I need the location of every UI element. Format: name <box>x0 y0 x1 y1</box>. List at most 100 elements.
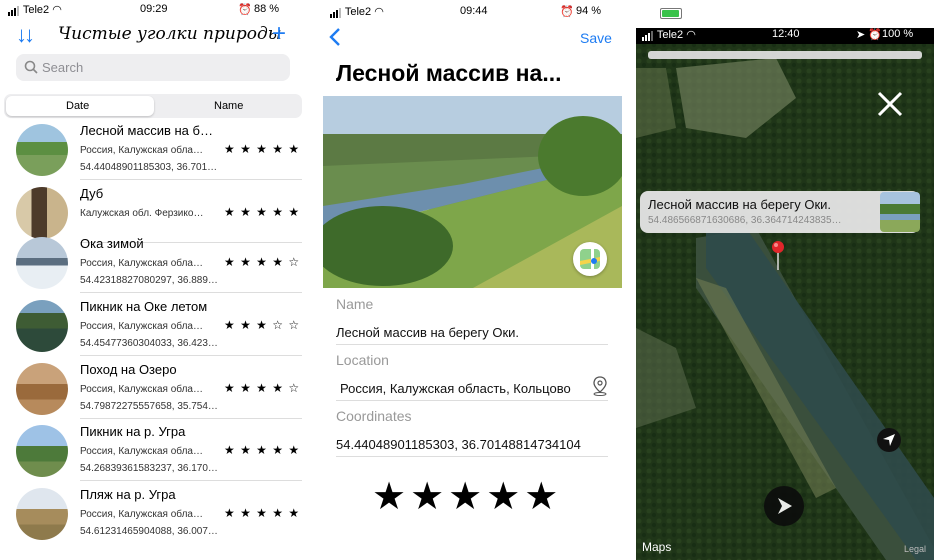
coordinates-label: Coordinates <box>336 408 412 424</box>
sort-segmented-control: Date Name <box>4 94 302 118</box>
status-bar: Tele2 ◠ 09:44 ⏰ 94 % <box>330 5 682 23</box>
save-button[interactable]: Save <box>580 30 612 46</box>
item-name: Ока зимой <box>80 236 144 251</box>
list-screen: Tele2 ◠ 09:29 ⏰ 88 % ↓↓ Чистые уголки пр… <box>0 0 359 560</box>
item-rating: ★ ★ ★ ★ ☆ <box>224 381 301 395</box>
carrier-label: Tele2 <box>656 29 684 41</box>
callout-title: Лесной массив на берегу Оки. <box>648 197 832 212</box>
row-divider <box>80 480 302 481</box>
item-coords: 54.26839361583237, 36.170… <box>80 463 218 474</box>
segment-date[interactable]: Date <box>66 100 89 112</box>
page-title: Лесной массив на... <box>336 60 562 86</box>
plus-icon: + <box>272 20 287 47</box>
place-thumbnail <box>16 363 68 415</box>
rating-stars[interactable]: ★★★★★ <box>372 474 562 519</box>
sort-arrows-icon[interactable]: ↓↓ <box>16 22 35 48</box>
list-item[interactable]: Поход на Озеро Россия, Калужская обла… 5… <box>0 357 302 419</box>
add-button[interactable]: + <box>272 20 286 48</box>
item-coords: 54.42318827080297, 36.889… <box>80 275 218 286</box>
item-name: Пляж на р. Угра <box>80 487 176 502</box>
status-time: 09:29 <box>140 3 168 15</box>
coordinates-field[interactable]: 54.44048901185303, 36.70148814734104 <box>336 437 581 452</box>
search-field[interactable]: Search <box>16 54 290 81</box>
carrier-label: Tele2 <box>22 4 50 16</box>
next-button[interactable] <box>764 486 804 526</box>
signal-icon <box>642 29 654 42</box>
battery-percent: 100 % <box>882 28 914 40</box>
item-location: Калужская обл. Ферзико… <box>80 208 204 219</box>
list-item[interactable]: Пляж на р. Угра Россия, Калужская обла… … <box>0 482 302 544</box>
item-location: Россия, Калужская обла… <box>80 384 203 395</box>
maps-attribution: Maps <box>642 540 671 554</box>
item-rating: ★ ★ ★ ★ ☆ <box>224 255 301 269</box>
signal-icon <box>8 4 20 17</box>
map-pin-icon[interactable] <box>770 240 786 272</box>
alarm-icon: ⏰ <box>868 29 882 41</box>
location-arrow-icon <box>883 434 895 446</box>
battery-icon <box>659 7 682 19</box>
search-icon <box>24 60 38 74</box>
map-screen: Tele2 ◠ 12:40 ➤ ⏰ 100 % Лесной массив на… <box>636 28 934 560</box>
item-name: Пикник на р. Угра <box>80 424 186 439</box>
maps-app-icon <box>580 249 600 269</box>
legal-link[interactable]: Legal <box>904 544 926 554</box>
item-rating: ★ ★ ★ ★ ★ <box>224 205 301 219</box>
battery-percent: 94 % <box>576 5 602 17</box>
page-title: Чистые уголки природы <box>58 24 282 44</box>
item-location: Россия, Калужская обла… <box>80 145 203 156</box>
place-thumbnail <box>16 425 68 477</box>
list-item[interactable]: Лесной массив на б… Россия, Калужская об… <box>0 118 302 180</box>
item-name: Лесной массив на б… <box>80 123 213 138</box>
name-label: Name <box>336 296 374 312</box>
list-item[interactable]: Пикник на р. Угра Россия, Калужская обла… <box>0 419 302 481</box>
alarm-icon: ⏰ <box>560 6 574 18</box>
item-rating: ★ ★ ★ ★ ★ <box>224 142 301 156</box>
item-location: Россия, Калужская обла… <box>80 446 203 457</box>
row-divider <box>80 179 302 180</box>
item-name: Пикник на Оке летом <box>80 299 208 314</box>
place-thumbnail <box>16 300 68 352</box>
status-bar: Tele2 ◠ 12:40 ➤ ⏰ 100 % <box>636 28 934 44</box>
wifi-icon: ◠ <box>374 6 384 18</box>
field-underline <box>336 344 608 345</box>
detail-screen: Tele2 ◠ 09:44 ⏰ 94 % Save Лесной массив … <box>322 0 682 560</box>
callout-coords: 54.486566871630686, 36.364714243835… <box>648 215 842 226</box>
list-item[interactable]: Пикник на Оке летом Россия, Калужская об… <box>0 294 302 356</box>
place-thumbnail <box>16 237 68 289</box>
item-name: Поход на Озеро <box>80 362 177 377</box>
item-coords: 54.44048901185303, 36.701… <box>80 162 218 173</box>
open-in-maps-button[interactable] <box>573 242 607 276</box>
callout-thumbnail <box>880 192 920 232</box>
segment-name[interactable]: Name <box>214 100 243 112</box>
battery-percent: 88 % <box>254 3 280 15</box>
row-divider <box>80 355 302 356</box>
search-placeholder: Search <box>42 60 84 75</box>
location-field[interactable]: Россия, Калужская область, Кольцово <box>340 381 571 396</box>
alarm-icon: ⏰ <box>238 4 252 16</box>
place-photo[interactable] <box>323 96 622 288</box>
item-location: Россия, Калужская обла… <box>80 509 203 520</box>
wifi-icon: ◠ <box>686 29 696 41</box>
status-time: 09:44 <box>460 5 488 17</box>
item-coords: 54.79872275557658, 35.7542… <box>80 401 218 412</box>
place-thumbnail <box>16 124 68 176</box>
back-button[interactable] <box>328 24 342 55</box>
close-icon <box>877 91 903 117</box>
location-pin-icon[interactable] <box>592 376 608 396</box>
close-button[interactable] <box>876 90 904 118</box>
wifi-icon: ◠ <box>52 4 62 16</box>
name-field[interactable]: Лесной массив на берегу Оки. <box>336 325 519 340</box>
list-item[interactable]: Ока зимой Россия, Калужская обла… 54.423… <box>0 231 302 293</box>
place-callout[interactable]: Лесной массив на берегу Оки. 54.48656687… <box>640 191 920 233</box>
item-location: Россия, Калужская обла… <box>80 258 203 269</box>
status-time: 12:40 <box>772 28 800 40</box>
sheet-handle-bg <box>648 51 922 59</box>
item-location: Россия, Калужская обла… <box>80 321 203 332</box>
status-bar: Tele2 ◠ 09:29 ⏰ 88 % <box>8 3 359 21</box>
field-underline <box>336 456 608 457</box>
chevron-right-icon <box>778 498 792 514</box>
place-thumbnail <box>16 488 68 540</box>
item-rating: ★ ★ ★ ★ ★ <box>224 443 301 457</box>
locate-me-button[interactable] <box>877 428 901 452</box>
item-rating: ★ ★ ★ ★ ★ <box>224 506 301 520</box>
